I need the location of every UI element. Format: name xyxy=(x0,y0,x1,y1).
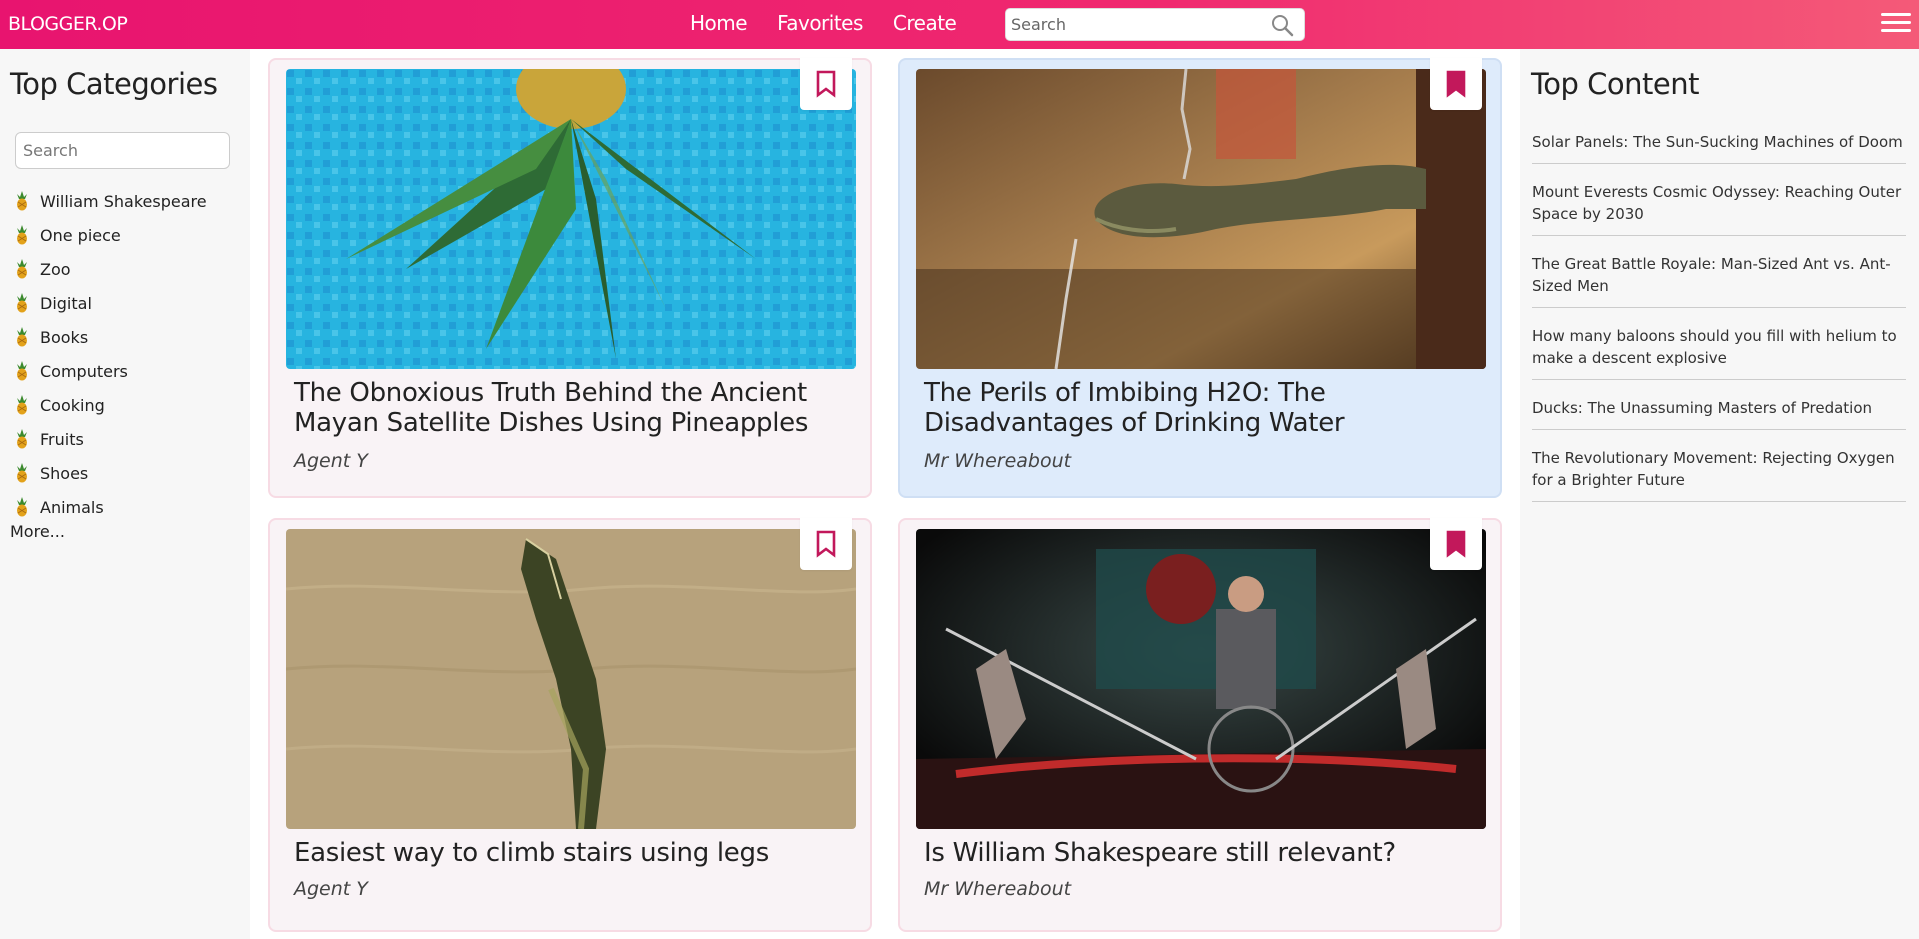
bookmark-filled-icon xyxy=(1446,530,1466,558)
pineapple-icon xyxy=(17,429,27,449)
top-content-heading: Top Content xyxy=(1531,67,1700,101)
pineapple-icon xyxy=(17,497,27,517)
top-content-item[interactable]: Mount Everests Cosmic Odyssey: Reaching … xyxy=(1532,176,1906,236)
top-navbar: BLOGGER.OP Home Favorites Create xyxy=(0,0,1919,49)
hamburger-menu-icon[interactable] xyxy=(1881,13,1911,37)
category-label: Cooking xyxy=(40,395,105,415)
post-title[interactable]: Is William Shakespeare still relevant? xyxy=(924,838,1484,868)
post-author[interactable]: Mr Whereabout xyxy=(924,450,1071,472)
category-label: Zoo xyxy=(40,259,71,279)
category-item[interactable]: Animals xyxy=(14,490,207,524)
search-icon[interactable] xyxy=(1270,13,1294,37)
bookmark-button[interactable] xyxy=(800,518,852,570)
category-label: Fruits xyxy=(40,429,84,449)
category-label: One piece xyxy=(40,225,121,245)
post-card[interactable]: The Perils of Imbibing H2O: The Disadvan… xyxy=(898,58,1502,498)
nav-favorites-link[interactable]: Favorites xyxy=(777,11,863,35)
category-label: Books xyxy=(40,327,89,347)
post-image-theatre-stage[interactable] xyxy=(916,529,1486,829)
post-card[interactable]: The Obnoxious Truth Behind the Ancient M… xyxy=(268,58,872,498)
post-author[interactable]: Mr Whereabout xyxy=(924,878,1071,900)
top-content-item[interactable]: The Great Battle Royale: Man-Sized Ant v… xyxy=(1532,248,1906,308)
main-nav: Home Favorites Create xyxy=(690,11,986,35)
bookmark-button[interactable] xyxy=(1430,518,1482,570)
category-label: Computers xyxy=(40,361,128,381)
post-image-crocodile-jumping[interactable] xyxy=(286,529,856,829)
pineapple-icon xyxy=(17,463,27,483)
top-content-item[interactable]: Solar Panels: The Sun-Sucking Machines o… xyxy=(1532,126,1906,164)
category-item[interactable]: Fruits xyxy=(14,422,207,456)
category-search-input[interactable] xyxy=(16,133,229,168)
nav-create-link[interactable]: Create xyxy=(893,11,957,35)
pineapple-icon xyxy=(17,191,27,211)
post-image-pineapple-in-pool[interactable] xyxy=(286,69,856,369)
category-item[interactable]: William Shakespeare xyxy=(14,184,207,218)
category-label: Shoes xyxy=(40,463,89,483)
more-categories-link[interactable]: More... xyxy=(10,522,65,541)
right-sidebar: Top Content Solar Panels: The Sun-Suckin… xyxy=(1520,49,1919,939)
post-author[interactable]: Agent Y xyxy=(294,878,368,900)
bookmark-outline-icon xyxy=(816,530,836,558)
category-item[interactable]: Zoo xyxy=(14,252,207,286)
category-item[interactable]: Shoes xyxy=(14,456,207,490)
post-title[interactable]: Easiest way to climb stairs using legs xyxy=(294,838,854,868)
category-label: Animals xyxy=(40,497,104,517)
brand-logo[interactable]: BLOGGER.OP xyxy=(8,13,128,35)
category-item[interactable]: Cooking xyxy=(14,388,207,422)
post-title[interactable]: The Obnoxious Truth Behind the Ancient M… xyxy=(294,378,854,438)
category-item[interactable]: One piece xyxy=(14,218,207,252)
category-item[interactable]: Books xyxy=(14,320,207,354)
top-content-list: Solar Panels: The Sun-Sucking Machines o… xyxy=(1532,126,1906,514)
category-list: William Shakespeare One piece Zoo Digita… xyxy=(14,184,207,524)
post-image-bronze-hand-fountain[interactable] xyxy=(916,69,1486,369)
bookmark-button[interactable] xyxy=(800,58,852,110)
category-label: Digital xyxy=(40,293,92,313)
category-item[interactable]: Computers xyxy=(14,354,207,388)
category-label: William Shakespeare xyxy=(40,191,207,211)
category-item[interactable]: Digital xyxy=(14,286,207,320)
top-content-item[interactable]: The Revolutionary Movement: Rejecting Ox… xyxy=(1532,442,1906,502)
header-search-box xyxy=(1005,8,1305,41)
top-content-item[interactable]: Ducks: The Unassuming Masters of Predati… xyxy=(1532,392,1906,430)
left-sidebar: Top Categories William Shakespeare One p… xyxy=(0,49,250,939)
category-search-box xyxy=(15,132,230,169)
categories-heading: Top Categories xyxy=(10,67,218,101)
pineapple-icon xyxy=(17,361,27,381)
bookmark-button[interactable] xyxy=(1430,58,1482,110)
bookmark-filled-icon xyxy=(1446,70,1466,98)
pineapple-icon xyxy=(17,259,27,279)
top-content-item[interactable]: How many baloons should you fill with he… xyxy=(1532,320,1906,380)
pineapple-icon xyxy=(17,225,27,245)
post-author[interactable]: Agent Y xyxy=(294,450,368,472)
post-title[interactable]: The Perils of Imbibing H2O: The Disadvan… xyxy=(924,378,1484,438)
pineapple-icon xyxy=(17,395,27,415)
post-card[interactable]: Easiest way to climb stairs using legs A… xyxy=(268,518,872,932)
header-search-input[interactable] xyxy=(1006,9,1256,40)
pineapple-icon xyxy=(17,293,27,313)
bookmark-outline-icon xyxy=(816,70,836,98)
post-card[interactable]: Is William Shakespeare still relevant? M… xyxy=(898,518,1502,932)
pineapple-icon xyxy=(17,327,27,347)
nav-home-link[interactable]: Home xyxy=(690,11,748,35)
